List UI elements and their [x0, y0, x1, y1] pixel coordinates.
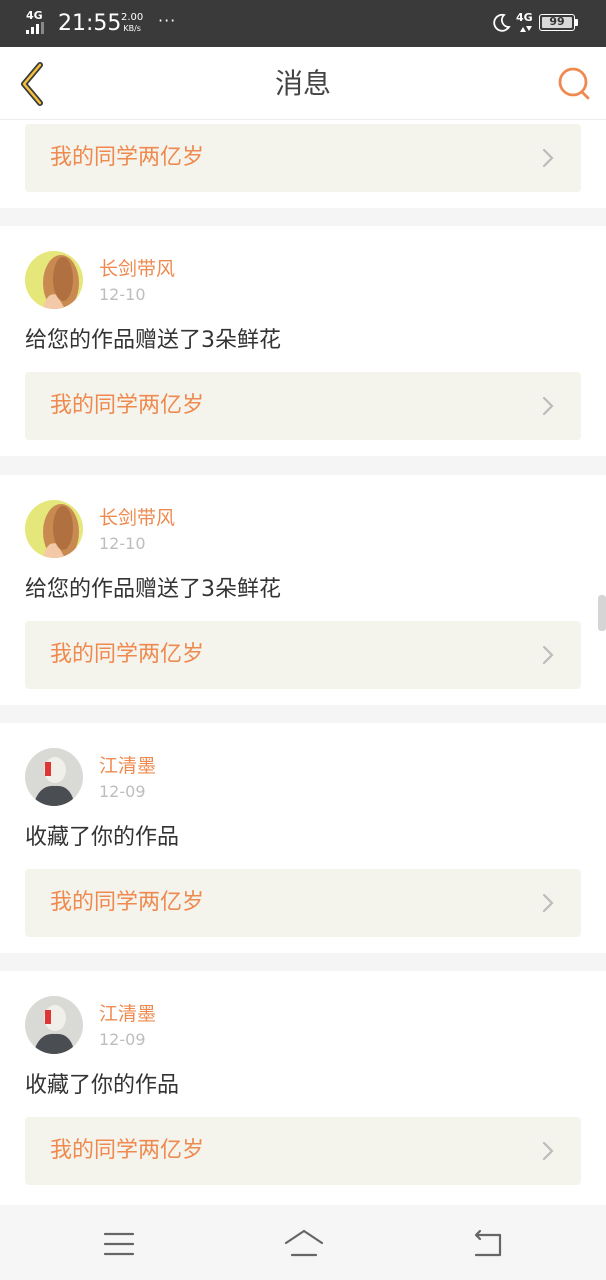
network-type-2: 4G [516, 11, 533, 24]
scrollbar[interactable] [598, 595, 606, 631]
post-date: 12-09 [99, 1030, 146, 1049]
network-type: 4G [26, 9, 43, 22]
work-title: 我的同学两亿岁 [50, 393, 205, 418]
speed-unit: KB/s [123, 24, 141, 33]
chevron-right-icon [542, 645, 554, 665]
post-date: 12-10 [99, 534, 146, 553]
message-feed[interactable]: 我的同学两亿岁 长剑带风 12-10 给您的作品赠送了3朵鲜花 我的同学两亿岁 [0, 120, 606, 1205]
post-date: 12-09 [99, 782, 146, 801]
battery-icon: 99 [539, 14, 575, 31]
message-card: 长剑带风 12-10 给您的作品赠送了3朵鲜花 我的同学两亿岁 [0, 475, 606, 705]
message-card: 江清墨 12-09 收藏了你的作品 我的同学两亿岁 [0, 723, 606, 953]
network-speed: 2.00 KB/s [121, 12, 143, 34]
menu-button[interactable] [99, 1225, 139, 1261]
home-icon [284, 1229, 324, 1257]
avatar[interactable] [25, 996, 83, 1054]
chevron-right-icon [542, 893, 554, 913]
work-title: 我的同学两亿岁 [50, 1138, 205, 1163]
chevron-right-icon [542, 148, 554, 168]
user-name[interactable]: 江清墨 [99, 754, 156, 778]
clock: 21:55 [58, 11, 122, 36]
work-link[interactable]: 我的同学两亿岁 [25, 621, 581, 689]
speed-value: 2.00 [121, 12, 144, 23]
message-text: 给您的作品赠送了3朵鲜花 [25, 577, 281, 602]
avatar[interactable] [25, 251, 83, 309]
work-link[interactable]: 我的同学两亿岁 [25, 869, 581, 937]
status-bar: 4G 21:55 2.00 KB/s ··· 4G 99 [0, 0, 606, 47]
post-date: 12-10 [99, 285, 146, 304]
user-name[interactable]: 长剑带风 [99, 257, 175, 281]
message-text: 给您的作品赠送了3朵鲜花 [25, 328, 281, 353]
more-notifications: ··· [158, 11, 177, 30]
work-title: 我的同学两亿岁 [50, 642, 205, 667]
user-name[interactable]: 长剑带风 [99, 506, 175, 530]
menu-icon [103, 1232, 135, 1256]
back-nav-button[interactable] [468, 1225, 508, 1261]
moon-icon [493, 13, 511, 32]
work-title: 我的同学两亿岁 [50, 890, 205, 915]
search-icon [558, 67, 590, 100]
work-title: 我的同学两亿岁 [50, 145, 205, 170]
message-text: 收藏了你的作品 [25, 825, 180, 850]
message-card: 长剑带风 12-10 给您的作品赠送了3朵鲜花 我的同学两亿岁 [0, 226, 606, 456]
page-title: 消息 [274, 67, 331, 100]
data-arrows-icon [520, 26, 532, 32]
search-button[interactable] [554, 65, 594, 105]
system-nav-bar [0, 1205, 606, 1280]
work-link[interactable]: 我的同学两亿岁 [25, 124, 581, 192]
avatar[interactable] [25, 748, 83, 806]
back-icon [474, 1229, 502, 1257]
signal-icon [26, 22, 44, 34]
battery-level: 99 [542, 16, 572, 28]
battery-tip [575, 19, 578, 26]
work-link[interactable]: 我的同学两亿岁 [25, 372, 581, 440]
chevron-right-icon [542, 396, 554, 416]
chevron-right-icon [542, 1141, 554, 1161]
user-name[interactable]: 江清墨 [99, 1002, 156, 1026]
work-link[interactable]: 我的同学两亿岁 [25, 1117, 581, 1185]
message-card: 我的同学两亿岁 [0, 120, 606, 208]
avatar[interactable] [25, 500, 83, 558]
home-button[interactable] [282, 1225, 326, 1261]
nav-bar: 消息 [0, 47, 606, 120]
message-text: 收藏了你的作品 [25, 1073, 180, 1098]
message-card: 江清墨 12-09 收藏了你的作品 我的同学两亿岁 [0, 971, 606, 1205]
